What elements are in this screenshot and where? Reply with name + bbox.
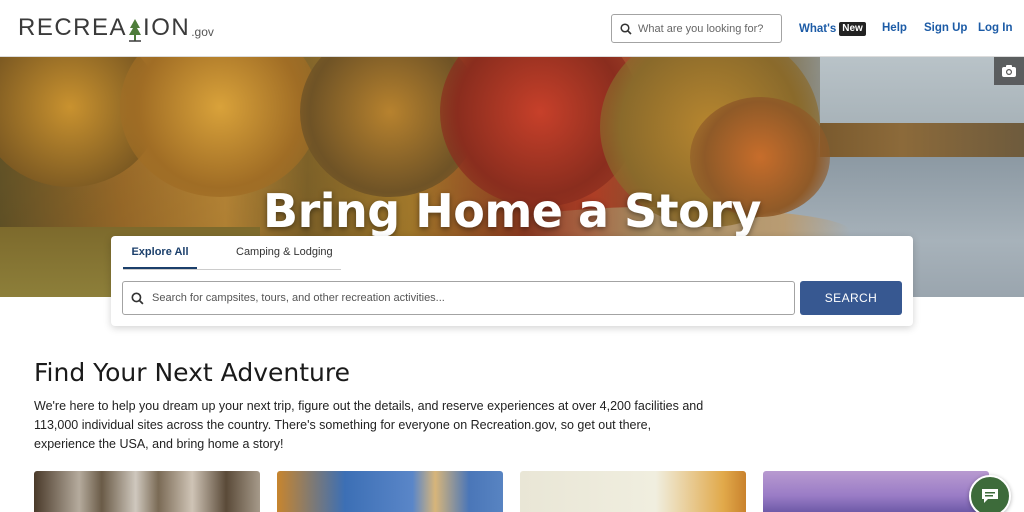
search-icon [131,291,144,305]
nav-help[interactable]: Help [882,22,907,34]
site-logo[interactable]: RECREA ION .gov [18,14,214,42]
logo-text-left: RECREA [18,14,128,41]
chat-icon [982,489,998,503]
nav-whats-label: What's [799,23,837,35]
main-search-input[interactable] [152,292,772,304]
header-search[interactable] [611,14,782,43]
adventure-card-image[interactable] [520,471,746,512]
section-description: We're here to help you dream up your nex… [34,399,704,451]
tabs-divider [123,269,341,270]
search-button[interactable]: SEARCH [800,281,902,315]
hero-foliage [120,57,320,197]
photo-credit-button[interactable] [994,57,1024,85]
header-search-input[interactable] [638,22,778,35]
search-icon [620,22,632,35]
logo-text-right: ION [143,14,191,41]
hero-title: Bring Home a Story [263,184,761,238]
tree-icon [129,19,142,42]
new-badge: New [839,22,866,36]
nav-log-in[interactable]: Log In [978,22,1013,34]
nav-sign-up[interactable]: Sign Up [924,22,967,34]
adventure-card-image[interactable] [34,471,260,512]
chat-button[interactable] [969,475,1011,512]
search-panel: Explore All Camping & Lodging SEARCH [111,236,913,326]
tab-camping-lodging[interactable]: Camping & Lodging [236,246,333,270]
tab-explore-all[interactable]: Explore All [123,246,197,270]
camera-icon [1002,65,1016,77]
logo-suffix: .gov [191,25,214,39]
adventure-card-image[interactable] [277,471,503,512]
section-title: Find Your Next Adventure [34,358,350,387]
nav-whats-new[interactable]: What's New [799,22,866,36]
site-header: RECREA ION .gov What's New Help Sign Up … [0,0,1024,57]
main-search-field[interactable] [122,281,795,315]
adventure-card-image[interactable] [763,471,989,512]
